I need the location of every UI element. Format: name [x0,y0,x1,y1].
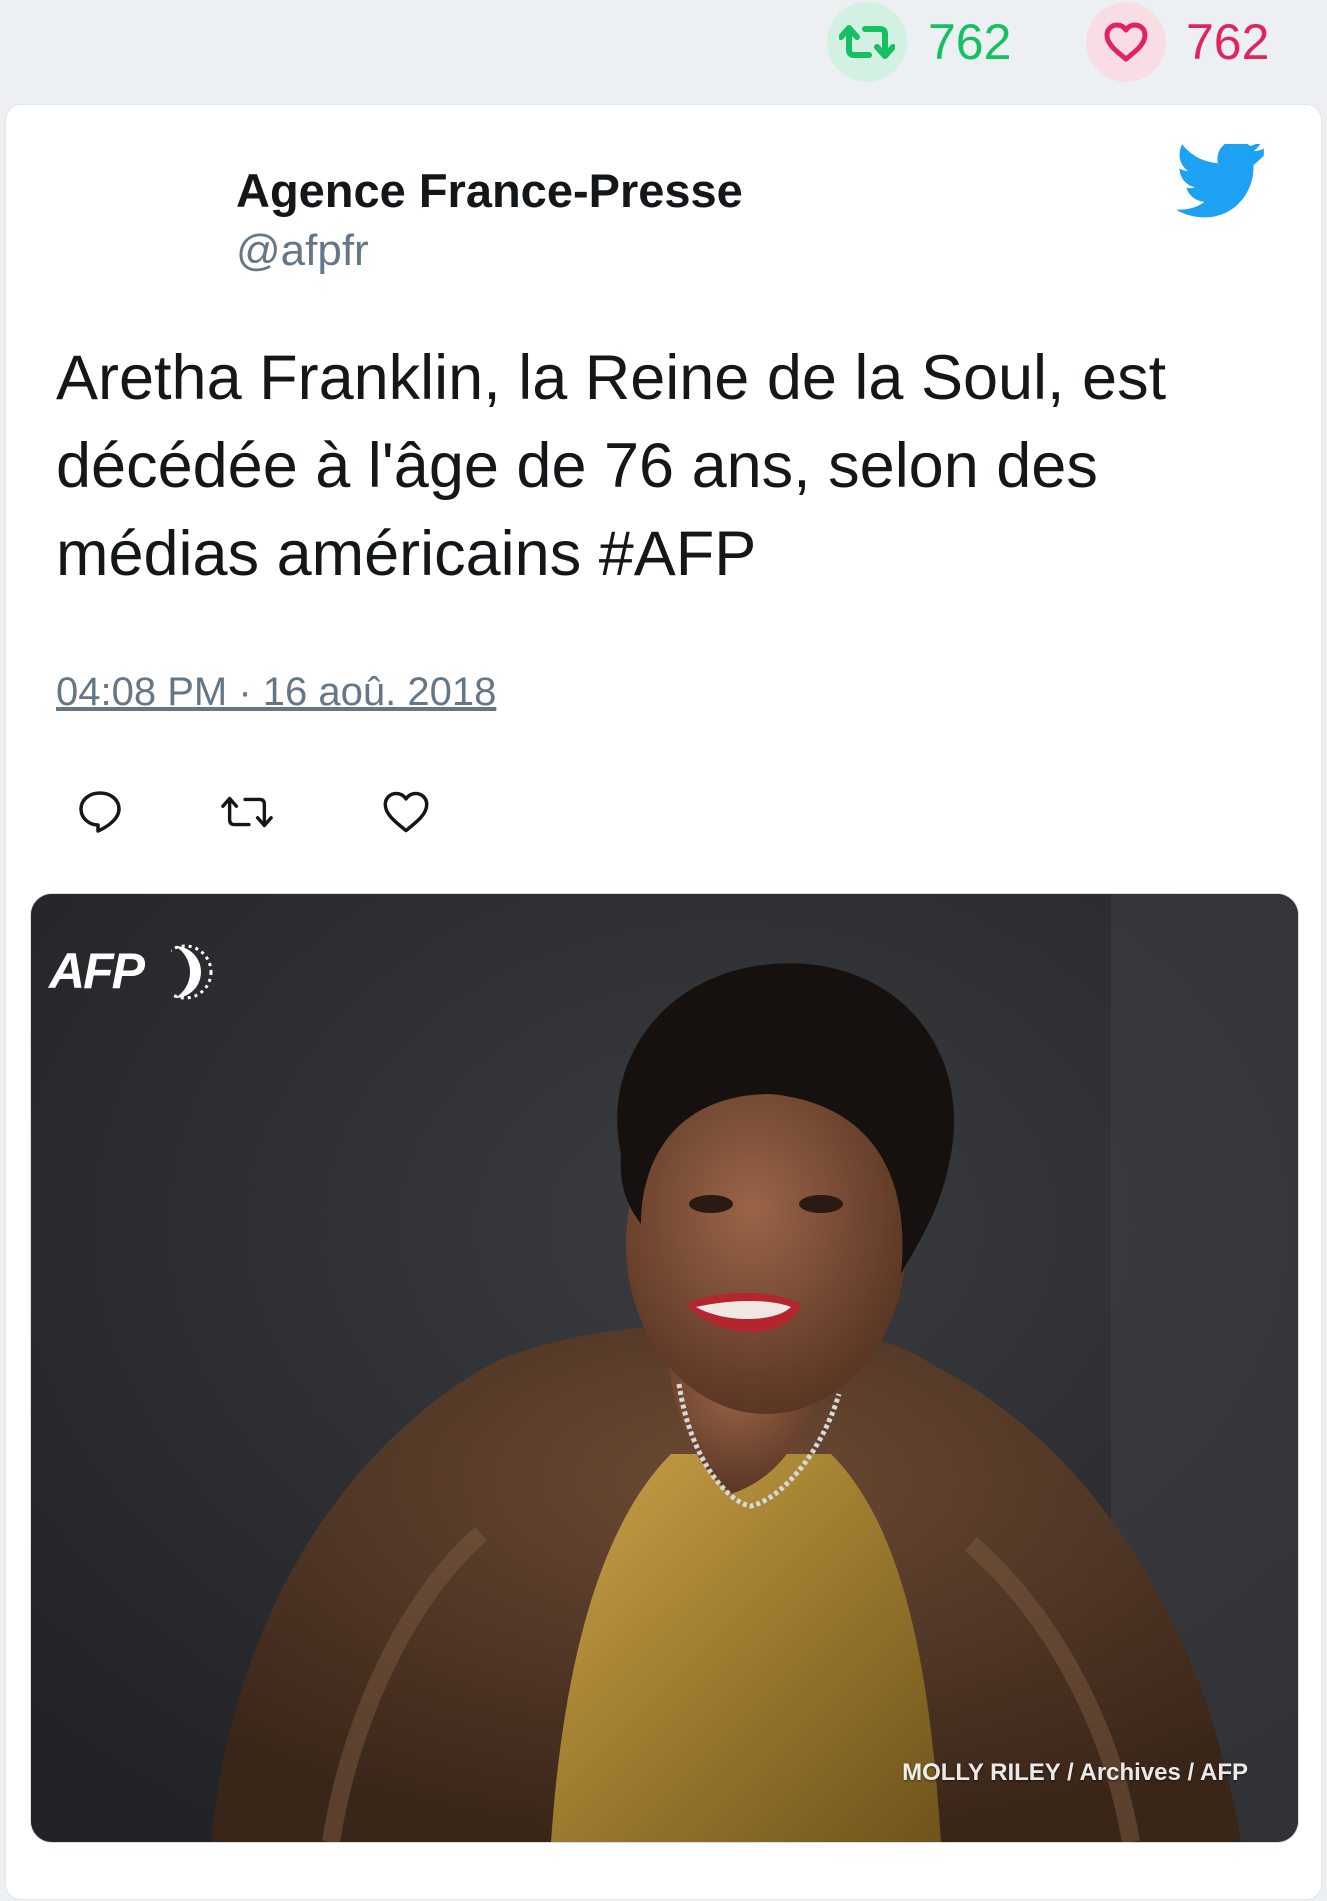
avatar[interactable] [55,165,205,285]
photo-credit: MOLLY RILEY / Archives / AFP [902,1759,1248,1786]
like-stat-icon[interactable] [1086,2,1166,82]
reply-icon [79,791,121,833]
retweet-count: 762 [928,14,1012,70]
heart-icon [383,791,429,833]
tweet-photo[interactable]: AFP MOLLY RILEY / Archives / AFP [30,893,1299,1843]
tweet-timestamp[interactable]: 04:08 PM · 16 aoû. 2018 [56,665,496,719]
twitter-bird-icon[interactable] [1173,144,1269,228]
reply-button[interactable] [68,780,132,844]
portrait-photo [31,894,1298,1842]
afp-logo-text: AFP [49,943,145,999]
like-button[interactable] [374,780,438,844]
retweet-icon [221,796,273,828]
author-handle[interactable]: @afpfr [236,223,369,279]
tweet-text: Aretha Franklin, la Reine de la Soul, es… [56,343,1167,589]
retweet-stat-icon[interactable] [827,2,907,82]
author-name[interactable]: Agence France-Presse [236,161,743,221]
engagement-stats: 762 762 [0,0,1327,100]
retweet-button[interactable] [215,780,279,844]
afp-globe-icon [171,944,213,1000]
heart-icon [1104,22,1148,62]
tweet-actions [0,780,1327,850]
afp-logo: AFP [49,942,145,1000]
like-count: 762 [1186,14,1270,70]
retweet-icon [839,25,895,59]
